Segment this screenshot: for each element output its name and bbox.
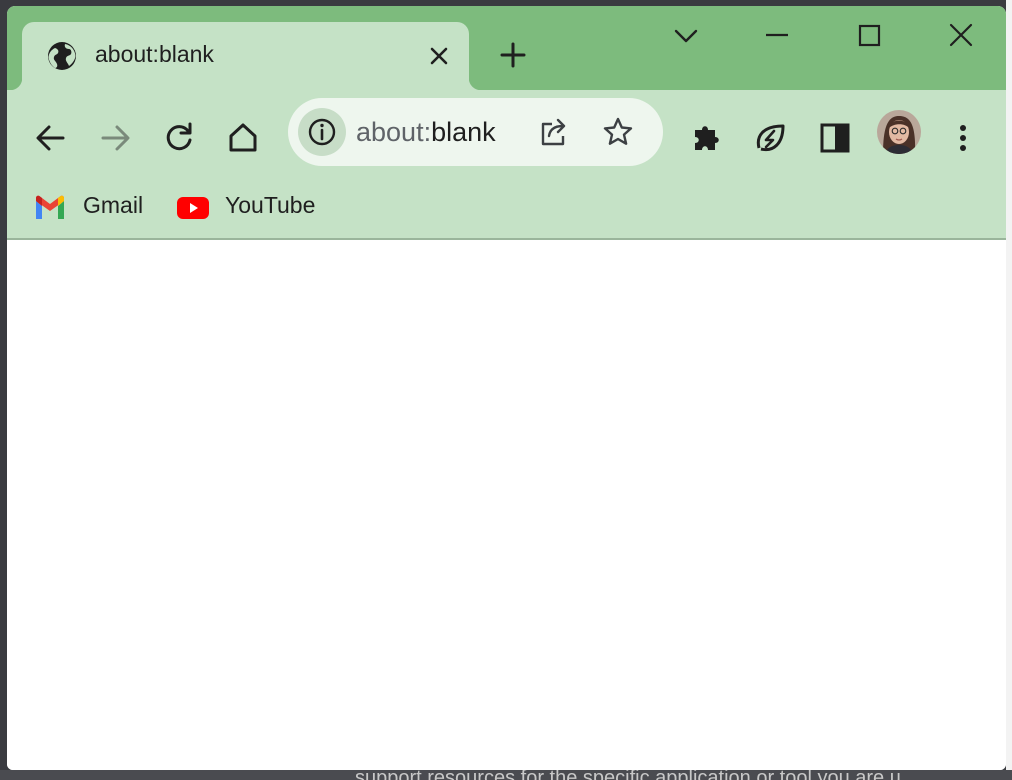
title-bar: about:blank (7, 6, 1006, 90)
info-icon (308, 118, 336, 146)
leaf-icon[interactable] (749, 116, 793, 160)
maximize-icon[interactable] (849, 20, 889, 52)
tab-title: about:blank (95, 41, 214, 67)
chevron-down-icon[interactable] (666, 20, 706, 52)
arrow-right-icon[interactable] (93, 116, 137, 160)
puzzle-icon[interactable] (685, 116, 729, 160)
close-icon[interactable] (427, 44, 451, 68)
bookmark-label: YouTube (225, 192, 316, 218)
url-path: blank (431, 117, 496, 147)
star-icon[interactable] (602, 116, 634, 148)
reload-icon[interactable] (157, 116, 201, 160)
url-scheme: about: (356, 117, 432, 147)
background-window-bottom: support resources for the specific appli… (0, 770, 1012, 780)
kebab-menu-icon[interactable] (941, 116, 985, 160)
bookmark-youtube[interactable]: YouTube (176, 190, 326, 226)
url-text[interactable]: about:blank (356, 117, 496, 148)
site-info-button[interactable] (298, 108, 346, 156)
bookmark-label: Gmail (83, 192, 144, 218)
background-window-edge (1006, 0, 1012, 780)
arrow-left-icon[interactable] (29, 116, 73, 160)
page-content[interactable] (7, 240, 1006, 770)
globe-icon (48, 42, 76, 70)
tab-active[interactable]: about:blank (10, 22, 481, 90)
home-icon[interactable] (221, 116, 265, 160)
youtube-icon (177, 197, 209, 219)
side-panel-icon[interactable] (813, 116, 857, 160)
plus-icon[interactable] (497, 39, 529, 71)
avatar[interactable] (877, 110, 921, 154)
close-window-icon[interactable] (941, 20, 981, 52)
address-bar[interactable]: about:blank (288, 98, 663, 166)
background-text: support resources for the specific appli… (355, 770, 901, 780)
toolbar: about:blank Gmail YouTube (7, 90, 1006, 240)
minimize-icon[interactable] (757, 20, 797, 52)
gmail-icon (36, 195, 64, 219)
bookmark-gmail[interactable]: Gmail (34, 190, 154, 226)
share-icon[interactable] (538, 116, 570, 148)
browser-window: about:blank about:blank Gmail YouTube (7, 6, 1006, 770)
profile-picture (877, 110, 921, 154)
